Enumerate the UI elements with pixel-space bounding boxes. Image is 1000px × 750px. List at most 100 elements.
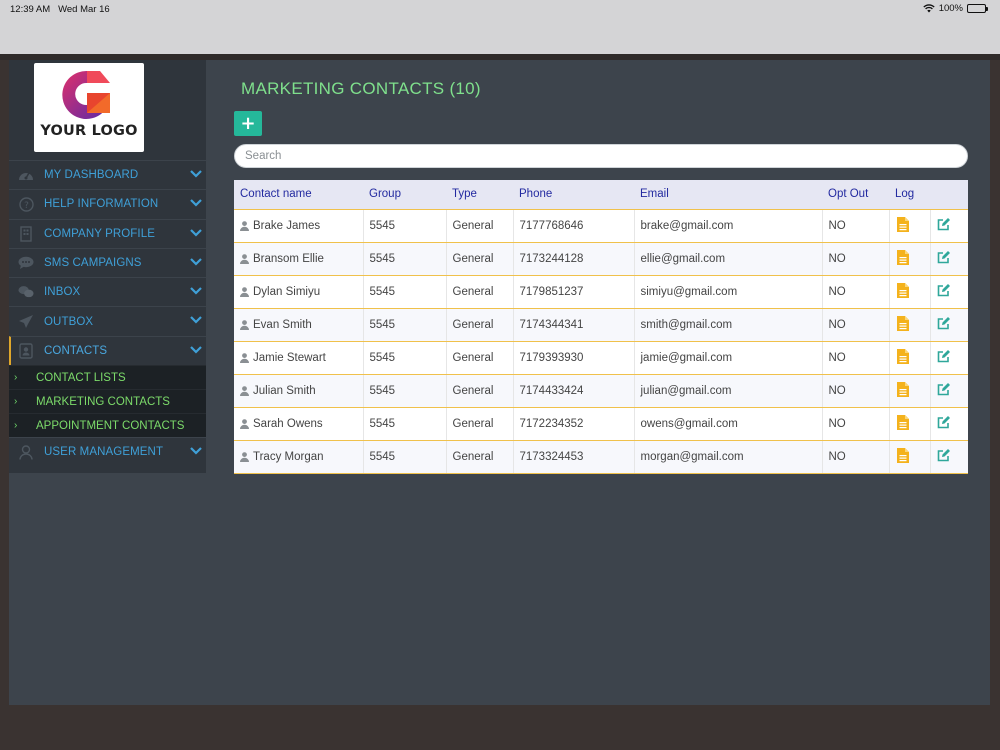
log-document-icon[interactable] <box>896 348 910 365</box>
search-input[interactable] <box>234 144 968 168</box>
cell-type: General <box>446 440 514 474</box>
log-document-icon[interactable] <box>896 315 910 332</box>
cell-email: owens@gmail.com <box>634 407 823 441</box>
cell-edit <box>930 242 968 276</box>
contact-name-text: Evan Smith <box>253 318 312 331</box>
cell-email: brake@gmail.com <box>634 209 823 243</box>
sidebar-item-inbox[interactable]: INBOX <box>9 277 206 306</box>
contact-name-text: Brake James <box>253 219 321 232</box>
contact-name-text: Tracy Morgan <box>253 450 324 463</box>
contact-name-text: Sarah Owens <box>253 417 323 430</box>
cell-contact-name: Evan Smith <box>234 308 364 342</box>
wifi-icon <box>923 4 935 13</box>
company-logo[interactable]: YOUR LOGO <box>34 63 144 152</box>
cell-phone: 7173244128 <box>513 242 635 276</box>
cell-opt-out: NO <box>822 341 890 375</box>
edit-icon[interactable] <box>937 382 951 396</box>
contact-card-icon <box>18 343 34 359</box>
log-document-icon[interactable] <box>896 282 910 299</box>
add-contact-button[interactable]: + <box>234 111 262 136</box>
sidebar-item-label: MY DASHBOARD <box>44 169 139 182</box>
table-body: Brake James 5545 General 7177768646 brake@gm… <box>234 209 968 474</box>
sidebar-item-contacts[interactable]: CONTACTS <box>9 335 206 366</box>
chat-bubble-icon <box>18 255 34 271</box>
person-icon <box>240 253 249 264</box>
contacts-table-wrap: Contact name Group Type Phone Email Opt … <box>234 180 968 474</box>
person-icon <box>240 319 249 330</box>
contacts-submenu: › CONTACT LISTS › MARKETING CONTACTS › A… <box>9 365 206 438</box>
question-icon: ? <box>18 196 34 212</box>
column-header-group[interactable]: Group <box>363 180 446 210</box>
column-header-phone[interactable]: Phone <box>513 180 634 210</box>
chevron-right-icon: › <box>14 372 18 384</box>
svg-text:?: ? <box>24 201 29 211</box>
contact-name-text: Bransom Ellie <box>253 252 324 265</box>
ios-status-bar: 12:39 AM Wed Mar 16 100% <box>0 0 1000 54</box>
bottom-frame <box>0 705 1000 750</box>
sidebar: YOUR LOGO MY DASHBOARD ? HELP INFORMATIO… <box>9 60 206 473</box>
edit-icon[interactable] <box>937 316 951 330</box>
cell-group: 5545 <box>363 209 447 243</box>
sidebar-item-help-information[interactable]: ? HELP INFORMATION <box>9 189 206 218</box>
person-icon <box>240 286 249 297</box>
cell-contact-name: Sarah Owens <box>234 407 364 441</box>
submenu-item-contact-lists[interactable]: › CONTACT LISTS <box>9 365 206 389</box>
sidebar-item-my-dashboard[interactable]: MY DASHBOARD <box>9 160 206 189</box>
chevron-down-icon <box>190 199 202 207</box>
cell-phone: 7174344341 <box>513 308 635 342</box>
person-icon <box>240 352 249 363</box>
cell-group: 5545 <box>363 407 447 441</box>
submenu-item-label: APPOINTMENT CONTACTS <box>36 419 185 432</box>
cell-type: General <box>446 374 514 408</box>
cell-phone: 7179851237 <box>513 275 635 309</box>
sidebar-item-sms-campaigns[interactable]: SMS CAMPAIGNS <box>9 247 206 277</box>
edit-icon[interactable] <box>937 448 951 462</box>
sidebar-item-label: OUTBOX <box>44 315 94 328</box>
submenu-item-marketing-contacts[interactable]: › MARKETING CONTACTS <box>9 389 206 413</box>
column-header-contact-name[interactable]: Contact name <box>234 180 363 210</box>
cell-edit <box>930 440 968 474</box>
cell-opt-out: NO <box>822 242 890 276</box>
contact-name-text: Jamie Stewart <box>253 351 326 364</box>
submenu-item-label: CONTACT LISTS <box>36 371 126 384</box>
cell-edit <box>930 308 968 342</box>
chevron-down-icon <box>190 447 202 455</box>
edit-icon[interactable] <box>937 217 951 231</box>
chevron-down-icon <box>190 316 202 325</box>
cell-group: 5545 <box>363 308 447 342</box>
contacts-table: Contact name Group Type Phone Email Opt … <box>234 180 968 474</box>
cell-opt-out: NO <box>822 374 890 408</box>
status-right: 100% <box>923 3 988 14</box>
sidebar-item-label: USER MANAGEMENT <box>44 446 164 459</box>
log-document-icon[interactable] <box>896 381 910 398</box>
log-document-icon[interactable] <box>896 216 910 233</box>
cell-contact-name: Tracy Morgan <box>234 440 364 474</box>
edit-icon[interactable] <box>937 415 951 429</box>
edit-icon[interactable] <box>937 250 951 264</box>
page-title: MARKETING CONTACTS (10) <box>241 79 481 98</box>
edit-icon[interactable] <box>937 349 951 363</box>
log-document-icon[interactable] <box>896 447 910 464</box>
column-header-opt-out[interactable]: Opt Out <box>822 180 889 210</box>
edit-icon[interactable] <box>937 283 951 297</box>
cell-log <box>889 308 931 342</box>
sidebar-item-company-profile[interactable]: COMPANY PROFILE <box>9 218 206 248</box>
sidebar-item-outbox[interactable]: OUTBOX <box>9 306 206 335</box>
cell-contact-name: Bransom Ellie <box>234 242 364 276</box>
column-header-type[interactable]: Type <box>446 180 513 210</box>
person-icon <box>240 385 249 396</box>
chevron-right-icon: › <box>14 420 18 432</box>
column-header-log[interactable]: Log <box>889 180 930 210</box>
sidebar-nav: MY DASHBOARD ? HELP INFORMATION COMPANY … <box>9 160 206 466</box>
cell-phone: 7172234352 <box>513 407 635 441</box>
log-document-icon[interactable] <box>896 249 910 266</box>
log-document-icon[interactable] <box>896 414 910 431</box>
building-icon <box>18 226 34 242</box>
sidebar-item-user-management[interactable]: USER MANAGEMENT <box>9 437 206 466</box>
cell-edit <box>930 407 968 441</box>
cell-group: 5545 <box>363 440 447 474</box>
column-header-email[interactable]: Email <box>634 180 822 210</box>
cell-group: 5545 <box>363 242 447 276</box>
battery-percent: 100% <box>938 3 963 14</box>
submenu-item-appointment-contacts[interactable]: › APPOINTMENT CONTACTS <box>9 413 206 437</box>
